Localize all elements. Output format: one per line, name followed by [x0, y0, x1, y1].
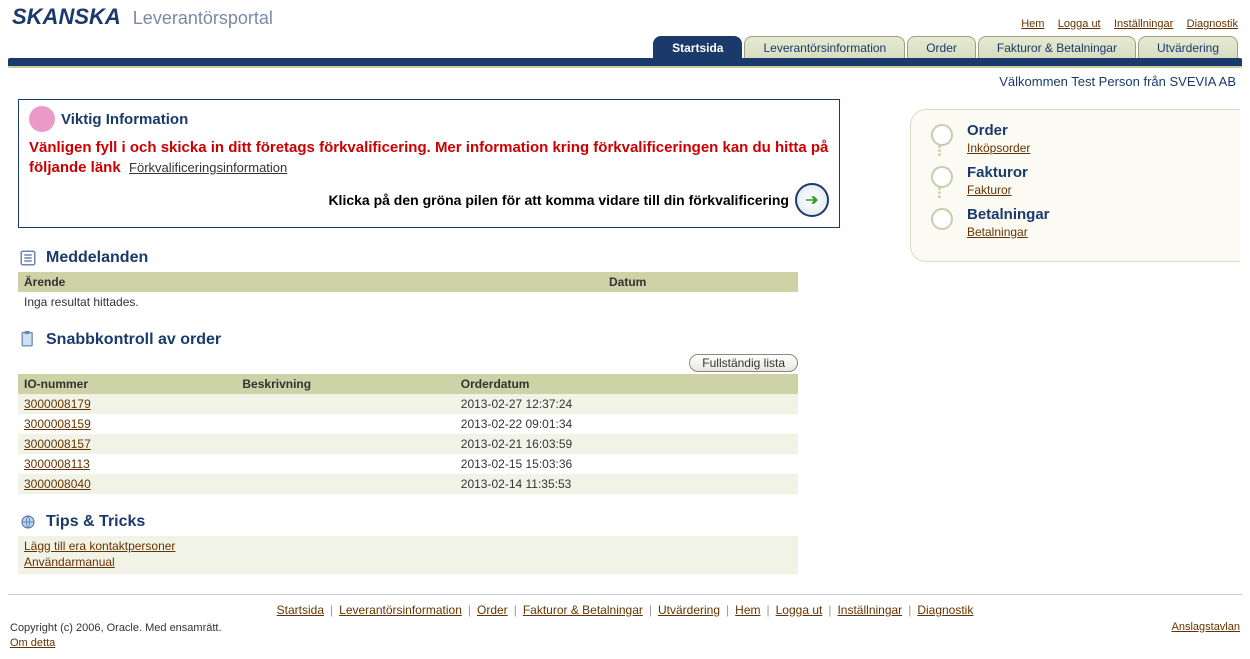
orders-heading: Snabbkontroll av order — [18, 330, 880, 350]
side-head: Order — [967, 122, 1030, 139]
table-row: 3000008159 2013-02-22 09:01:34 — [18, 414, 798, 434]
footer-link[interactable]: Utvärdering — [658, 603, 720, 617]
messages-heading: Meddelanden — [18, 248, 880, 268]
clipboard-icon — [18, 330, 38, 350]
nav-bullet-icon — [931, 208, 953, 230]
top-link-installningar[interactable]: Inställningar — [1114, 18, 1173, 30]
brand: SKANSKA Leverantörsportal — [12, 4, 273, 30]
nav-dots-icon: ••• — [931, 188, 949, 200]
full-list-button[interactable]: Fullständig lista — [689, 354, 798, 372]
quick-nav-box: ••• Order Inköpsorder ••• Fakturor Fakturor Be… — [910, 109, 1240, 262]
orders-col-io: IO-nummer — [18, 374, 236, 394]
side-link[interactable]: Fakturor — [967, 183, 1028, 197]
info-action-text: Klicka på den gröna pilen för att komma … — [328, 192, 789, 208]
tips-title: Tips & Tricks — [46, 513, 145, 531]
copyright-text: Copyright (c) 2006, Oracle. Med ensamrät… — [10, 621, 222, 636]
top-link-hem[interactable]: Hem — [1021, 18, 1044, 30]
welcome-text: Välkommen Test Person från SVEVIA AB — [0, 68, 1250, 99]
messages-col-date: Datum — [603, 272, 798, 292]
go-prequal-arrow-button[interactable] — [795, 183, 829, 217]
tab-order[interactable]: Order — [907, 36, 976, 58]
footer-link[interactable]: Fakturor & Betalningar — [523, 603, 643, 617]
order-date: 2013-02-22 09:01:34 — [455, 414, 798, 434]
brand-logo: SKANSKA — [12, 4, 121, 30]
side-head: Betalningar — [967, 206, 1050, 223]
top-links: Hem Logga ut Inställningar Diagnostik — [1011, 16, 1238, 30]
order-link[interactable]: 3000008040 — [24, 477, 91, 491]
table-row: 3000008157 2013-02-21 16:03:59 — [18, 434, 798, 454]
orders-table: IO-nummer Beskrivning Orderdatum 3000008… — [18, 374, 798, 494]
order-date: 2013-02-14 11:35:53 — [455, 474, 798, 494]
footer-link[interactable]: Inställningar — [837, 603, 902, 617]
table-row: 3000008179 2013-02-27 12:37:24 — [18, 394, 798, 414]
tab-fakturor-betalningar[interactable]: Fakturor & Betalningar — [978, 36, 1136, 58]
table-row: 3000008040 2013-02-14 11:35:53 — [18, 474, 798, 494]
side-link[interactable]: Betalningar — [967, 225, 1050, 239]
orders-col-desc: Beskrivning — [236, 374, 454, 394]
table-row: 3000008113 2013-02-15 15:03:36 — [18, 454, 798, 474]
tab-underline — [8, 58, 1242, 68]
important-info-box: Viktig Information Vänligen fyll i och s… — [18, 99, 840, 228]
list-icon — [18, 248, 38, 268]
tips-link-contacts[interactable]: Lägg till era kontaktpersoner — [24, 539, 792, 553]
footer-links: Startsida|Leverantörsinformation|Order|F… — [0, 601, 1250, 621]
side-head: Fakturor — [967, 164, 1028, 181]
orders-title: Snabbkontroll av order — [46, 331, 221, 349]
footer-link[interactable]: Startsida — [277, 603, 324, 617]
messages-title: Meddelanden — [46, 249, 148, 267]
top-link-loggaut[interactable]: Logga ut — [1058, 18, 1101, 30]
info-icon — [29, 106, 55, 132]
side-link[interactable]: Inköpsorder — [967, 141, 1030, 155]
order-desc — [236, 454, 454, 474]
order-desc — [236, 434, 454, 454]
messages-empty: Inga resultat hittades. — [18, 292, 798, 312]
order-desc — [236, 474, 454, 494]
tips-heading: Tips & Tricks — [18, 512, 880, 532]
info-title: Viktig Information — [61, 111, 188, 128]
order-link[interactable]: 3000008159 — [24, 417, 91, 431]
messages-table: Ärende Datum Inga resultat hittades. — [18, 272, 798, 312]
nav-bullet-icon — [931, 124, 953, 146]
tab-utvardering[interactable]: Utvärdering — [1138, 36, 1238, 58]
footer-link[interactable]: Order — [477, 603, 508, 617]
about-link[interactable]: Om detta — [10, 637, 55, 649]
tab-startsida[interactable]: Startsida — [653, 36, 742, 58]
messages-col-subject: Ärende — [18, 272, 603, 292]
footer-link[interactable]: Hem — [735, 603, 760, 617]
order-date: 2013-02-21 16:03:59 — [455, 434, 798, 454]
order-desc — [236, 394, 454, 414]
top-link-diagnostik[interactable]: Diagnostik — [1187, 18, 1238, 30]
order-link[interactable]: 3000008157 — [24, 437, 91, 451]
order-link[interactable]: 3000008113 — [24, 457, 90, 471]
order-desc — [236, 414, 454, 434]
order-date: 2013-02-27 12:37:24 — [455, 394, 798, 414]
footer-link[interactable]: Logga ut — [776, 603, 823, 617]
info-warning-link[interactable]: Förkvalificeringsinformation — [129, 160, 287, 175]
footer-separator — [8, 594, 1242, 595]
globe-icon — [18, 512, 38, 532]
brand-subtitle: Leverantörsportal — [133, 8, 273, 29]
footer-link[interactable]: Leverantörsinformation — [339, 603, 462, 617]
order-date: 2013-02-15 15:03:36 — [455, 454, 798, 474]
noticeboard-link[interactable]: Anslagstavlan — [1172, 621, 1241, 633]
main-tabs: Startsida Leverantörsinformation Order F… — [0, 36, 1250, 58]
tab-leverantorsinformation[interactable]: Leverantörsinformation — [744, 36, 905, 58]
order-link[interactable]: 3000008179 — [24, 397, 91, 411]
orders-col-date: Orderdatum — [455, 374, 798, 394]
arrow-right-icon — [803, 191, 821, 209]
footer-link[interactable]: Diagnostik — [917, 603, 973, 617]
nav-dots-icon: ••• — [931, 146, 949, 158]
tips-list: Lägg till era kontaktpersoner Användarma… — [18, 536, 798, 574]
nav-bullet-icon — [931, 166, 953, 188]
tips-link-manual[interactable]: Användarmanual — [24, 555, 792, 569]
